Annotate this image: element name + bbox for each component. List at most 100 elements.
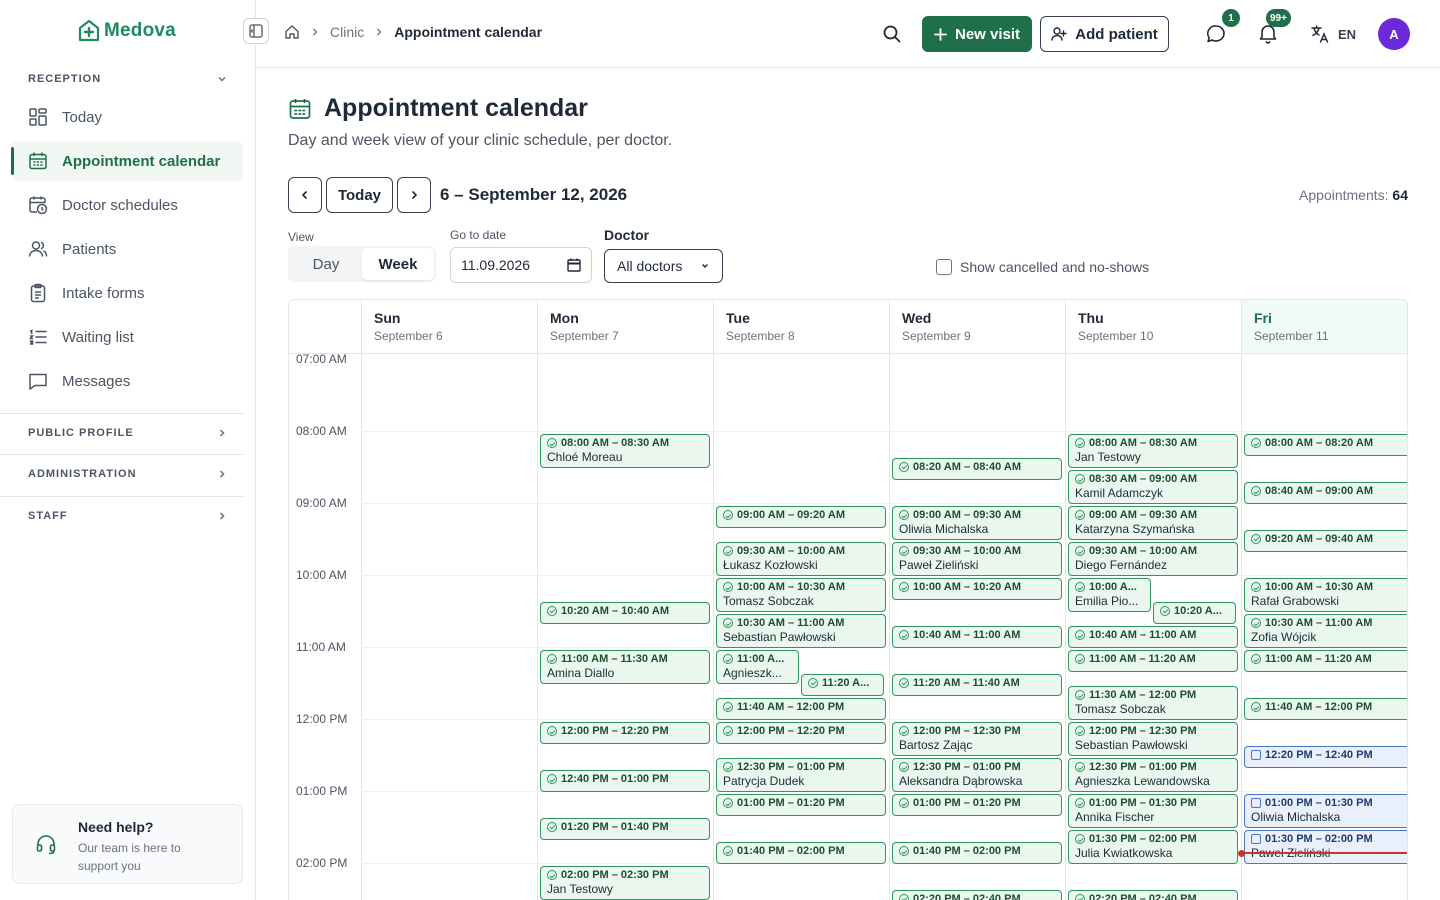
sidebar-item-appointment-calendar[interactable]: Appointment calendar [11,141,243,181]
appointment-event[interactable]: 11:00 AM – 11:30 AM Amina Diallo [540,650,710,684]
appointment-event[interactable]: 08:20 AM – 08:40 AM [892,457,1062,481]
sidebar-item-patients[interactable]: Patients [12,229,243,269]
appointment-event[interactable]: 01:20 PM – 01:40 PM [540,817,710,841]
show-cancelled-checkbox[interactable]: Show cancelled and no-shows [936,259,1149,275]
add-patient-button[interactable]: Add patient [1040,16,1169,52]
appointment-event[interactable]: 10:00 AM – 10:30 AM Rafał Grabowski [1244,578,1407,612]
brand-logo[interactable]: Medova [78,20,176,42]
sidebar-item-waiting-list[interactable]: Waiting list [12,317,243,357]
section-administration[interactable]: ADMINISTRATION [28,468,228,480]
chat-icon[interactable] [1205,23,1227,45]
view-day-option[interactable]: Day [290,248,362,280]
breadcrumb-clinic[interactable]: Clinic [330,24,364,40]
appointment-event[interactable]: 12:00 PM – 12:30 PM Bartosz Zając [892,722,1062,756]
appointment-event[interactable]: 01:40 PM – 02:00 PM [892,842,1062,864]
sidebar-item-messages[interactable]: Messages [12,361,243,401]
appointment-event[interactable]: 12:00 PM – 12:30 PM Sebastian Pawłowski [1068,722,1238,756]
appointment-event[interactable]: 11:00 AM – 11:20 AM [1068,650,1238,672]
section-staff[interactable]: STAFF [28,510,228,522]
appointment-time: 01:30 PM – 02:00 PM [1075,832,1231,846]
appointment-event[interactable]: 09:00 AM – 09:30 AM Oliwia Michalska [892,506,1062,540]
user-avatar[interactable]: A [1378,18,1410,50]
appointment-event[interactable]: 11:40 AM – 12:00 PM [716,698,886,720]
day-header[interactable]: Thu September 10 [1065,300,1241,353]
appointment-event[interactable]: 11:00 A... Agnieszk... [716,650,799,684]
day-header[interactable]: Fri September 11 [1241,300,1407,353]
appointment-event[interactable]: 12:30 PM – 01:00 PM Agnieszka Lewandowska [1068,758,1238,792]
check-circle-icon [899,677,909,688]
appointment-event[interactable]: 01:00 PM – 01:20 PM [716,794,886,816]
appointment-event[interactable]: 11:20 A... [801,673,884,697]
appointment-event[interactable]: 10:40 AM – 11:00 AM [892,626,1062,648]
check-circle-icon [723,762,733,772]
appointment-event[interactable]: 08:40 AM – 09:00 AM [1244,482,1407,504]
appointment-event[interactable]: 10:30 AM – 11:00 AM Sebastian Pawłowski [716,614,886,648]
day-header[interactable]: Sun September 6 [361,300,537,353]
appointment-event[interactable]: 01:30 PM – 02:00 PMPaweł Zieliński [1244,830,1407,864]
appointment-time: 12:20 PM – 12:40 PM [1251,748,1403,762]
appointment-event[interactable]: 12:30 PM – 01:00 PM Patrycja Dudek [716,758,886,792]
appointment-event[interactable]: 12:20 PM – 12:40 PM [1244,745,1407,769]
appointment-event[interactable]: 10:30 AM – 11:00 AM Zofia Wójcik [1244,614,1407,648]
appointment-event[interactable]: 11:30 AM – 12:00 PM Tomasz Sobczak [1068,686,1238,720]
appointment-event[interactable]: 10:40 AM – 11:00 AM [1068,626,1238,648]
appointment-event[interactable]: 12:30 PM – 01:00 PM Aleksandra Dąbrowska [892,758,1062,792]
appointment-event[interactable]: 09:30 AM – 10:00 AM Łukasz Kozłowski [716,542,886,576]
day-header[interactable]: Wed September 9 [889,300,1065,353]
appointment-event[interactable]: 01:00 PM – 01:30 PM Oliwia Michalska [1244,794,1407,828]
sidebar-item-doctor-schedules[interactable]: Doctor schedules [12,185,243,225]
section-reception[interactable]: RECEPTION [28,73,228,85]
appointment-event[interactable]: 01:30 PM – 02:00 PM Julia Kwiatkowska [1068,830,1238,864]
help-card[interactable]: Need help? Our team is here to support y… [12,804,243,884]
view-week-option[interactable]: Week [362,248,434,280]
appointment-event[interactable]: 10:20 A... [1153,601,1236,625]
new-visit-button[interactable]: New visit [922,16,1032,52]
appointment-event[interactable]: 11:40 AM – 12:00 PM [1244,698,1407,720]
check-circle-icon [1251,438,1261,448]
sidebar-item-intake-forms[interactable]: Intake forms [12,273,243,313]
appointment-event[interactable]: 10:00 AM – 10:20 AM [892,578,1062,600]
appointment-event[interactable]: 08:00 AM – 08:20 AM [1244,434,1407,456]
appointment-event[interactable]: 08:00 AM – 08:30 AM Jan Testowy [1068,434,1238,468]
appointment-event[interactable]: 10:00 AM – 10:30 AM Tomasz Sobczak [716,578,886,612]
search-icon[interactable] [882,24,902,44]
appointment-event[interactable]: 10:20 AM – 10:40 AM [540,601,710,625]
day-header[interactable]: Tue September 8 [713,300,889,353]
appointment-event[interactable]: 12:00 PM – 12:20 PM [716,722,886,744]
appointment-event[interactable]: 02:00 PM – 02:30 PM Jan Testowy [540,866,710,900]
appointment-event[interactable]: 02:20 PM – 02:40 PM [1068,889,1238,900]
appointment-event[interactable]: 09:00 AM – 09:30 AM Katarzyna Szymańska [1068,506,1238,540]
calendar-picker-icon[interactable] [567,258,581,272]
appointment-event[interactable]: 01:40 PM – 02:00 PM [716,842,886,864]
appointment-event[interactable]: 09:00 AM – 09:20 AM [716,506,886,528]
doctor-select[interactable]: All doctors [604,249,723,283]
appointment-event[interactable]: 11:00 AM – 11:20 AM [1244,650,1407,672]
language-switcher[interactable]: EN [1310,24,1356,44]
section-public-profile[interactable]: PUBLIC PROFILE [28,427,228,439]
appointment-event[interactable]: 12:00 PM – 12:20 PM [540,722,710,744]
appointment-event[interactable]: 11:20 AM – 11:40 AM [892,673,1062,697]
checkbox-box[interactable] [936,259,952,275]
appointment-event[interactable]: 08:00 AM – 08:30 AM Chloé Moreau [540,434,710,468]
appointment-event[interactable]: 10:00 A... Emilia Pio... [1068,578,1151,612]
appointment-event[interactable]: 02:20 PM – 02:40 PM [892,889,1062,900]
goto-date-input[interactable]: 11.09.2026 [450,247,592,283]
appointment-event[interactable]: 09:30 AM – 10:00 AM Diego Fernández [1068,542,1238,576]
sidebar-item-today[interactable]: Today [12,97,243,137]
appointment-event[interactable]: 09:20 AM – 09:40 AM [1244,529,1407,553]
today-button[interactable]: Today [326,177,393,213]
home-icon[interactable] [284,24,300,40]
collapse-sidebar-button[interactable] [243,18,269,44]
prev-week-button[interactable] [288,177,322,213]
appointment-event[interactable]: 08:30 AM – 09:00 AM Kamil Adamczyk [1068,470,1238,504]
appointment-event[interactable]: 12:40 PM – 01:00 PM [540,770,710,792]
appointment-event[interactable]: 01:00 PM – 01:30 PM Annika Fischer [1068,794,1238,828]
column-divider [537,300,538,900]
next-week-button[interactable] [397,177,431,213]
appointment-event[interactable]: 09:30 AM – 10:00 AM Paweł Zieliński [892,542,1062,576]
appointment-time: 11:00 AM – 11:20 AM [1075,652,1231,666]
appointment-time-text: 09:20 AM – 09:40 AM [1265,532,1374,545]
appointment-patient: Agnieszka Lewandowska [1075,774,1210,788]
day-header[interactable]: Mon September 7 [537,300,713,353]
appointment-event[interactable]: 01:00 PM – 01:20 PM [892,794,1062,816]
